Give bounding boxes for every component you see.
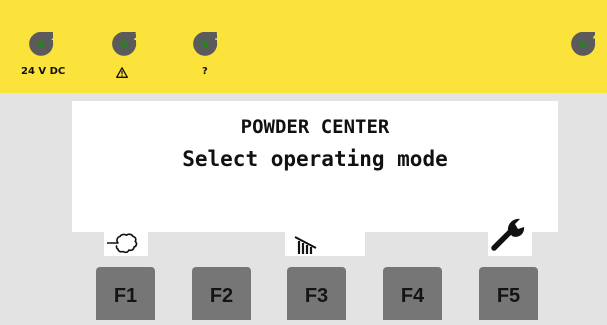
indicator-3: 3 <box>187 30 235 76</box>
softkey-icon-f3 <box>285 232 365 256</box>
softkey-icon-f1 <box>104 232 148 256</box>
screen-subtitle: Select operating mode <box>182 147 448 171</box>
f1-key[interactable]: F1 <box>96 267 155 320</box>
display-screen: POWDER CENTER Select operating mode <box>72 101 558 232</box>
indicator-4: 4 <box>565 30 607 76</box>
warning-icon <box>116 67 128 78</box>
f4-key[interactable]: F4 <box>383 267 442 320</box>
f5-key[interactable]: F5 <box>479 267 538 320</box>
f3-key[interactable]: F3 <box>287 267 346 320</box>
wrench-icon <box>491 218 525 251</box>
indicator-number: 3 <box>215 30 223 43</box>
indicator-number: 2 <box>134 30 142 43</box>
cleaning-rake-icon <box>294 236 317 254</box>
indicator-number: 1 <box>51 30 59 43</box>
indicator-label: ? <box>202 66 208 77</box>
indicator-2: 2 <box>106 30 154 76</box>
softkey-icon-f5 <box>488 212 532 256</box>
screen-title: POWDER CENTER <box>240 116 390 138</box>
powder-cloud-icon <box>107 233 138 254</box>
indicator-number: 4 <box>593 30 601 43</box>
status-bar: 1 24 V DC 2 3 ? 4 <box>0 0 607 93</box>
indicator-label: 24 V DC <box>21 66 66 77</box>
f2-key[interactable]: F2 <box>192 267 251 320</box>
